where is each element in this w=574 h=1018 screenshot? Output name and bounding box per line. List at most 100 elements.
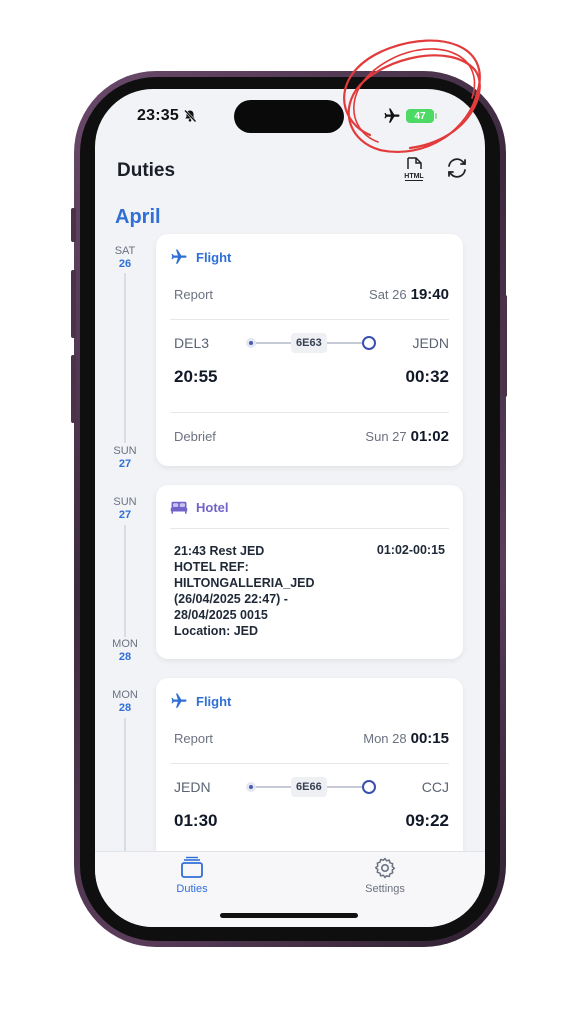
duties-tab-icon — [181, 856, 203, 878]
times-row: 20:55 00:32 — [174, 367, 449, 387]
timeline-date-start: MON 28 — [105, 689, 145, 715]
debrief-row: Debrief Sun 27 01:02 — [174, 428, 449, 445]
tab-duties[interactable]: Duties — [152, 856, 232, 895]
card-header: Flight — [170, 248, 231, 266]
hotel-line: 28/04/2025 0015 — [174, 608, 268, 622]
timeline-weekday: SUN — [113, 496, 137, 508]
divider — [170, 412, 449, 413]
report-when: Mon 28 00:15 — [363, 730, 449, 747]
flight-number: 6E66 — [291, 777, 327, 797]
report-when: Sat 26 19:40 — [369, 286, 449, 303]
duty-type: Flight — [196, 249, 232, 265]
bed-icon — [170, 501, 188, 514]
timeline-date-end: MON 28 — [105, 638, 145, 664]
timeline-weekday: MON — [112, 689, 138, 701]
hotel-line: (26/04/2025 22:47) - — [174, 592, 288, 606]
card-header: Hotel — [170, 499, 229, 515]
route-graphic: 6E63 — [244, 333, 376, 353]
airplane-icon — [171, 693, 187, 708]
report-time: 19:40 — [410, 286, 449, 303]
month-header: April — [115, 206, 161, 228]
timeline-line — [124, 718, 126, 852]
origin-dot — [246, 338, 256, 348]
battery-cap — [435, 113, 437, 119]
card-header: Flight — [170, 692, 231, 710]
volume-up-button — [71, 270, 76, 338]
flight-card[interactable]: Flight Report Sat 26 19:40 DEL3 JEDN 6E63… — [156, 234, 463, 466]
departure-time: 20:55 — [174, 367, 218, 386]
page-title: Duties — [117, 160, 176, 181]
route-graphic: 6E66 — [244, 777, 376, 797]
hotel-line: HILTONGALLERIA_JED — [174, 576, 315, 590]
times-row: 01:30 09:22 — [174, 811, 449, 831]
flight-number: 6E63 — [291, 333, 327, 353]
destination-dot — [362, 780, 376, 794]
destination-dot — [362, 336, 376, 350]
timeline-date-start: SAT 26 — [105, 245, 145, 271]
tab-settings[interactable]: Settings — [345, 856, 425, 895]
hotel-line: HOTEL REF: — [174, 560, 249, 574]
hotel-line: Location: JED — [174, 624, 259, 638]
timeline-line — [124, 273, 126, 443]
battery-level: 47 — [414, 110, 426, 122]
timeline-day: 26 — [118, 258, 132, 270]
timeline-date-end: SUN 27 — [105, 445, 145, 471]
timeline-date-start: SUN 27 — [105, 496, 145, 522]
flight-card[interactable]: Flight Report Mon 28 00:15 JEDN CCJ 6E66 … — [156, 678, 463, 878]
divider — [170, 528, 449, 529]
timeline-weekday: MON — [112, 638, 138, 650]
screen: 23:35 47 Duties HTML April SAT 26 SUN 27… — [95, 89, 485, 927]
report-time: 00:15 — [410, 730, 449, 747]
tab-label: Settings — [365, 883, 405, 895]
tab-label: Duties — [176, 883, 208, 895]
hotel-line: 21:43 Rest JED — [174, 544, 265, 558]
bell-muted-icon — [184, 109, 197, 123]
report-label: Report — [174, 287, 214, 302]
debrief-when: Sun 27 01:02 — [365, 428, 449, 445]
departure-time: 01:30 — [174, 811, 218, 830]
duty-type: Flight — [196, 693, 232, 709]
divider — [170, 763, 449, 764]
duty-type: Hotel — [196, 499, 229, 515]
origin-code: DEL3 — [174, 335, 210, 351]
debrief-day: Sun 27 — [365, 429, 407, 444]
hotel-card[interactable]: Hotel 21:43 Rest JED HOTEL REF: HILTONGA… — [156, 485, 463, 659]
status-time: 23:35 — [137, 107, 179, 124]
debrief-time: 01:02 — [410, 428, 449, 445]
action-button — [71, 208, 76, 242]
timeline-day: 27 — [118, 458, 132, 470]
home-indicator — [220, 913, 358, 918]
export-label: HTML — [404, 173, 424, 180]
report-label: Report — [174, 731, 214, 746]
origin-code: JEDN — [174, 779, 211, 795]
report-day: Mon 28 — [363, 731, 407, 746]
destination-code: JEDN — [412, 335, 449, 351]
report-row: Report Sat 26 19:40 — [174, 286, 449, 303]
arrival-time: 09:22 — [405, 811, 449, 830]
airplane-icon — [171, 249, 187, 264]
dynamic-island — [234, 100, 344, 133]
battery-indicator: 47 — [406, 109, 434, 123]
divider — [170, 319, 449, 320]
stage: 23:35 47 Duties HTML April SAT 26 SUN 27… — [0, 0, 574, 1018]
volume-down-button — [71, 355, 76, 423]
timeline-day: 28 — [118, 702, 132, 714]
airplane-mode-icon — [384, 108, 400, 123]
export-html-icon[interactable]: HTML — [400, 155, 428, 183]
timeline-day: 27 — [118, 509, 132, 521]
timeline-weekday: SAT — [114, 245, 136, 257]
hotel-details: 21:43 Rest JED HOTEL REF: HILTONGALLERIA… — [174, 543, 344, 639]
destination-code: CCJ — [421, 779, 449, 795]
timeline-line — [124, 525, 126, 637]
timeline-weekday: SUN — [113, 445, 137, 457]
refresh-icon[interactable] — [445, 156, 469, 180]
hotel-time-range: 01:02-00:15 — [376, 543, 445, 557]
report-row: Report Mon 28 00:15 — [174, 730, 449, 747]
timeline-day: 28 — [118, 651, 132, 663]
power-button — [502, 295, 507, 397]
arrival-time: 00:32 — [405, 367, 449, 386]
gear-icon — [374, 857, 396, 879]
debrief-label: Debrief — [174, 429, 216, 444]
report-day: Sat 26 — [369, 287, 407, 302]
origin-dot — [246, 782, 256, 792]
